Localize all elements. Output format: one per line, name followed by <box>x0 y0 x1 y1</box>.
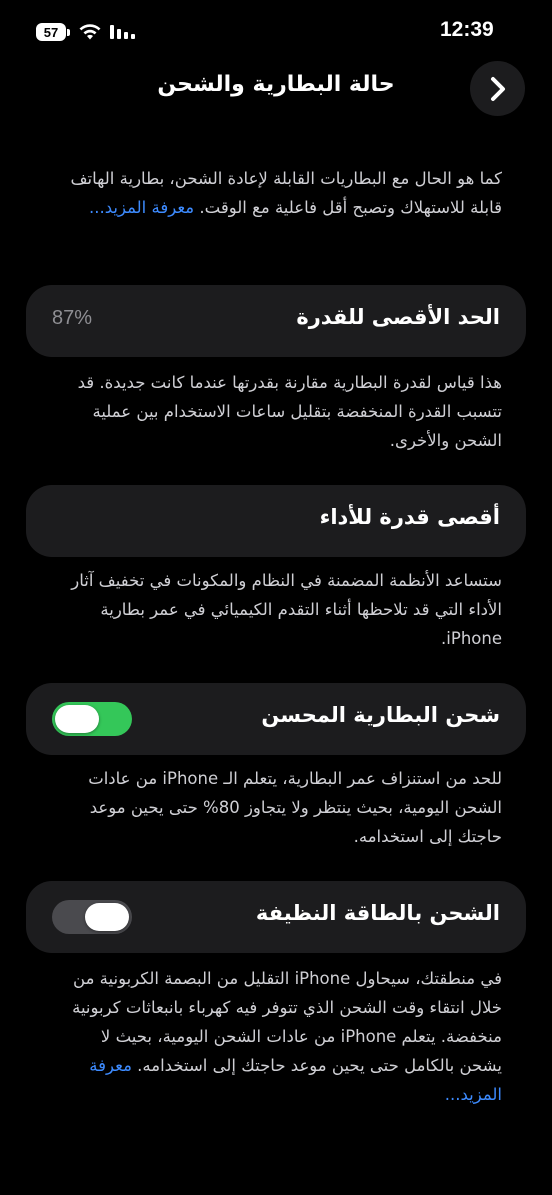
navigation-bar: حالة البطارية والشحن <box>0 60 552 120</box>
clean-energy-toggle[interactable] <box>52 900 132 934</box>
status-bar: 57 12:39 <box>0 0 552 60</box>
clean-energy-row: الشحن بالطاقة النظيفة <box>26 881 526 953</box>
toggle-knob <box>85 903 129 931</box>
clean-energy-text: في منطقتك، سيحاول iPhone التقليل من البص… <box>72 969 502 1075</box>
back-button[interactable] <box>470 61 525 116</box>
page-title: حالة البطارية والشحن <box>157 72 395 97</box>
cellular-signal-icon <box>110 25 135 39</box>
max-capacity-value: 87% <box>52 307 93 329</box>
max-capacity-row: الحد الأقصى للقدرة 87% <box>26 285 526 357</box>
optimized-charging-description: للحد من استنزاف عمر البطارية، يتعلم الـ … <box>88 769 502 846</box>
status-icons: 57 <box>36 20 136 44</box>
intro-description: كما هو الحال مع البطاريات القابلة لإعادة… <box>50 164 502 222</box>
status-time: 12:39 <box>440 18 494 41</box>
toggle-knob <box>55 705 99 733</box>
battery-icon: 57 <box>36 22 70 42</box>
clean-energy-description: في منطقتك، سيحاول iPhone التقليل من البص… <box>60 964 502 1109</box>
battery-level: 57 <box>43 24 59 40</box>
optimized-charging-label: شحن البطارية المحسن <box>261 703 500 727</box>
wifi-icon <box>79 24 101 40</box>
optimized-charging-toggle[interactable] <box>52 702 132 736</box>
max-capacity-label: الحد الأقصى للقدرة <box>296 305 500 329</box>
clean-energy-label: الشحن بالطاقة النظيفة <box>255 901 500 925</box>
peak-performance-description: ستساعد الأنظمة المضمنة في النظام والمكون… <box>71 571 502 648</box>
optimized-charging-row: شحن البطارية المحسن <box>26 683 526 755</box>
peak-performance-label: أقصى قدرة للأداء <box>319 505 500 529</box>
chevron-right-icon <box>490 76 505 101</box>
learn-more-link[interactable]: معرفة المزيد... <box>89 198 194 217</box>
peak-performance-row[interactable]: أقصى قدرة للأداء <box>26 485 526 557</box>
max-capacity-description: هذا قياس لقدرة البطارية مقارنة بقدرتها ع… <box>77 373 502 450</box>
